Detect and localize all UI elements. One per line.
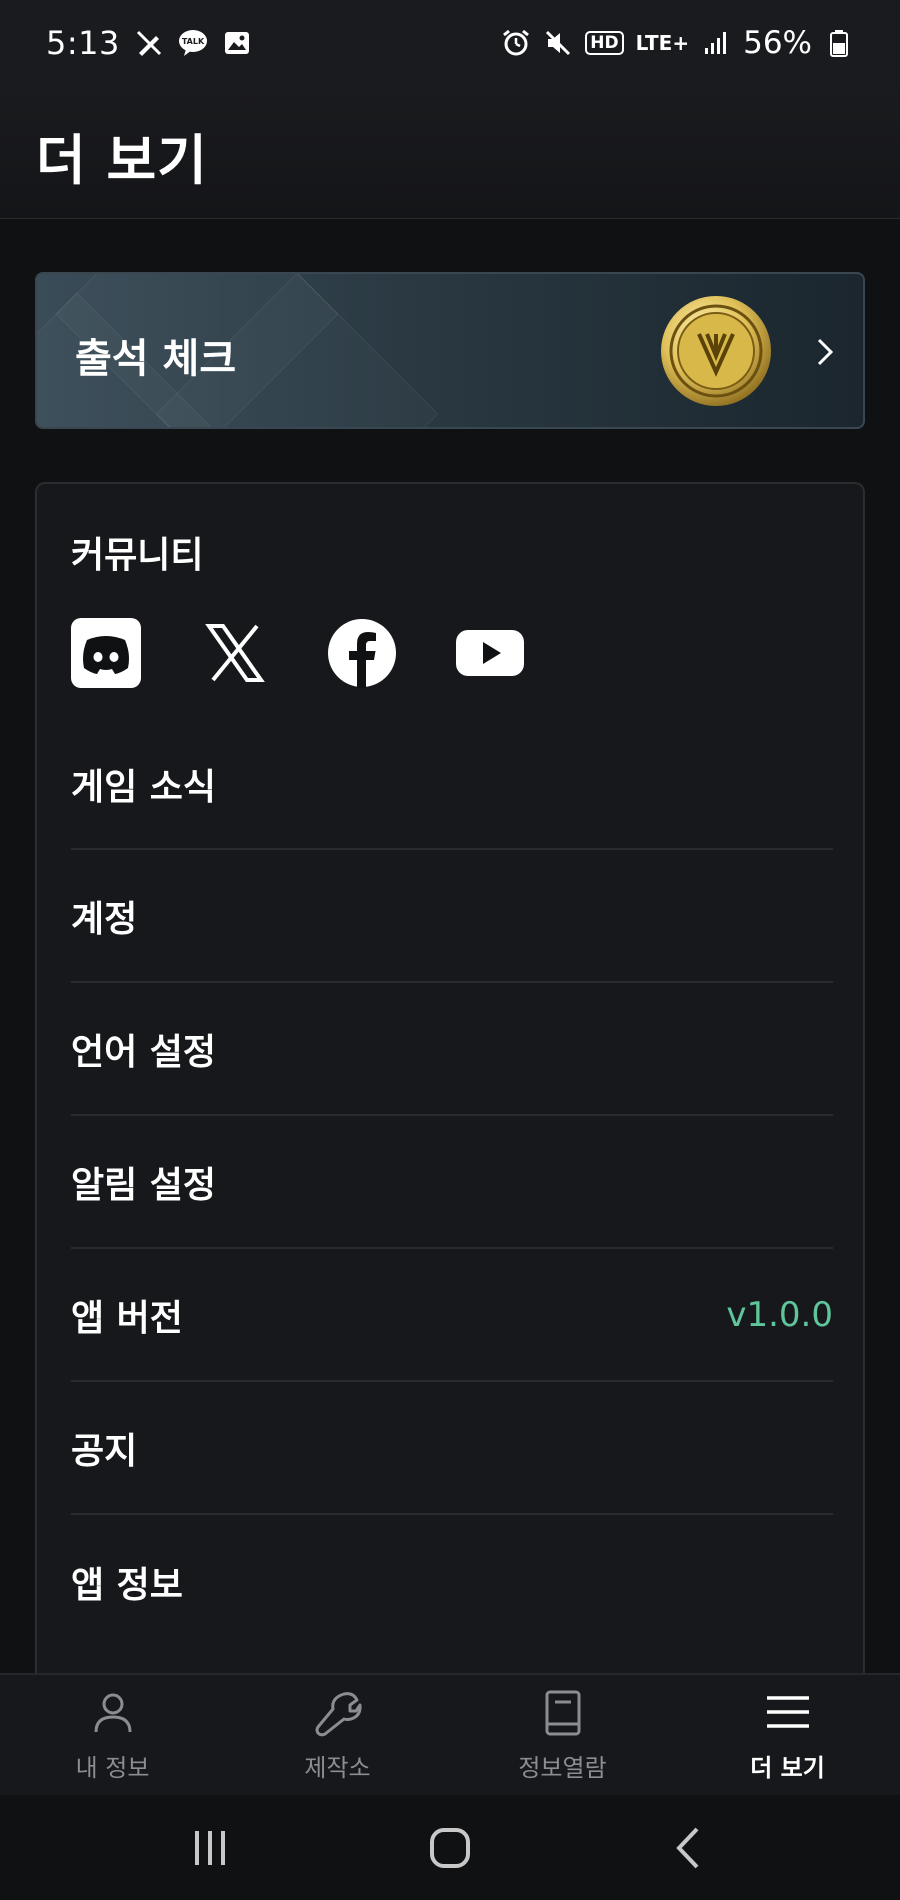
status-left: 5:13 TALK (46, 24, 252, 62)
status-time: 5:13 (46, 24, 120, 62)
nav-more[interactable]: 더 보기 (675, 1675, 900, 1795)
coin-icon (659, 294, 773, 408)
menu-item-app-version[interactable]: 앱 버전 v1.0.0 (71, 1249, 833, 1382)
header: 더 보기 (0, 86, 900, 219)
youtube-icon[interactable] (455, 618, 525, 688)
mute-icon (543, 28, 573, 58)
status-bar: 5:13 TALK HD LTE+ 56% (0, 0, 900, 86)
nav-info-browse[interactable]: 정보열람 (450, 1675, 675, 1795)
menu-label: 언어 설정 (71, 1031, 217, 1073)
nav-label: 정보열람 (518, 1753, 607, 1782)
discord-icon[interactable] (71, 618, 141, 688)
pen-off-icon (134, 28, 164, 58)
attendance-check-banner[interactable]: 출석 체크 (35, 272, 865, 429)
nav-my-info[interactable]: 내 정보 (0, 1675, 225, 1795)
app-version-value: v1.0.0 (726, 1294, 833, 1335)
menu-item-notification-settings[interactable]: 알림 설정 (71, 1116, 833, 1249)
menu-card: 커뮤니티 게임 소식 계정 언어 설정 알림 설정 앱 버전 v1.0.0 공지… (35, 482, 865, 1682)
social-links (71, 618, 525, 688)
network-label: LTE+ (635, 31, 690, 55)
menu-list: 게임 소식 계정 언어 설정 알림 설정 앱 버전 v1.0.0 공지 앱 정보 (71, 720, 833, 1648)
book-icon (538, 1688, 588, 1742)
system-nav (0, 1795, 900, 1900)
menu-label: 게임 소식 (71, 767, 217, 808)
attendance-check-label: 출석 체크 (75, 336, 237, 382)
menu-label: 계정 (71, 898, 138, 940)
bottom-nav: 내 정보 제작소 정보열람 더 보기 (0, 1673, 900, 1795)
menu-label: 앱 정보 (71, 1564, 183, 1606)
community-title: 커뮤니티 (71, 535, 204, 576)
menu-item-app-info[interactable]: 앱 정보 (71, 1515, 833, 1648)
x-icon[interactable] (199, 618, 269, 688)
menu-label: 알림 설정 (71, 1164, 217, 1206)
talk-icon: TALK (178, 28, 208, 58)
menu-item-account[interactable]: 계정 (71, 850, 833, 983)
chevron-right-icon (805, 332, 845, 372)
signal-icon (701, 28, 731, 58)
alarm-icon (501, 28, 531, 58)
menu-item-game-news[interactable]: 게임 소식 (71, 720, 833, 850)
menu-item-notice[interactable]: 공지 (71, 1382, 833, 1515)
wrench-icon (313, 1688, 363, 1742)
menu-icon (763, 1688, 813, 1742)
hd-label: HD (585, 31, 624, 55)
battery-percent: 56% (743, 25, 812, 61)
talk-label: TALK (182, 37, 205, 46)
status-right: HD LTE+ 56% (501, 25, 854, 61)
person-icon (88, 1688, 138, 1742)
nav-label: 더 보기 (750, 1753, 825, 1782)
nav-label: 내 정보 (75, 1753, 150, 1782)
gallery-icon (222, 28, 252, 58)
recent-apps-button[interactable] (180, 1818, 240, 1878)
battery-icon (824, 28, 854, 58)
facebook-icon[interactable] (327, 618, 397, 688)
menu-label: 앱 버전 (71, 1297, 183, 1339)
back-button[interactable] (660, 1818, 720, 1878)
nav-workshop[interactable]: 제작소 (225, 1675, 450, 1795)
page-title: 더 보기 (36, 129, 208, 192)
menu-item-language-settings[interactable]: 언어 설정 (71, 983, 833, 1116)
menu-label: 공지 (71, 1430, 138, 1472)
home-button[interactable] (420, 1818, 480, 1878)
nav-label: 제작소 (304, 1753, 371, 1782)
